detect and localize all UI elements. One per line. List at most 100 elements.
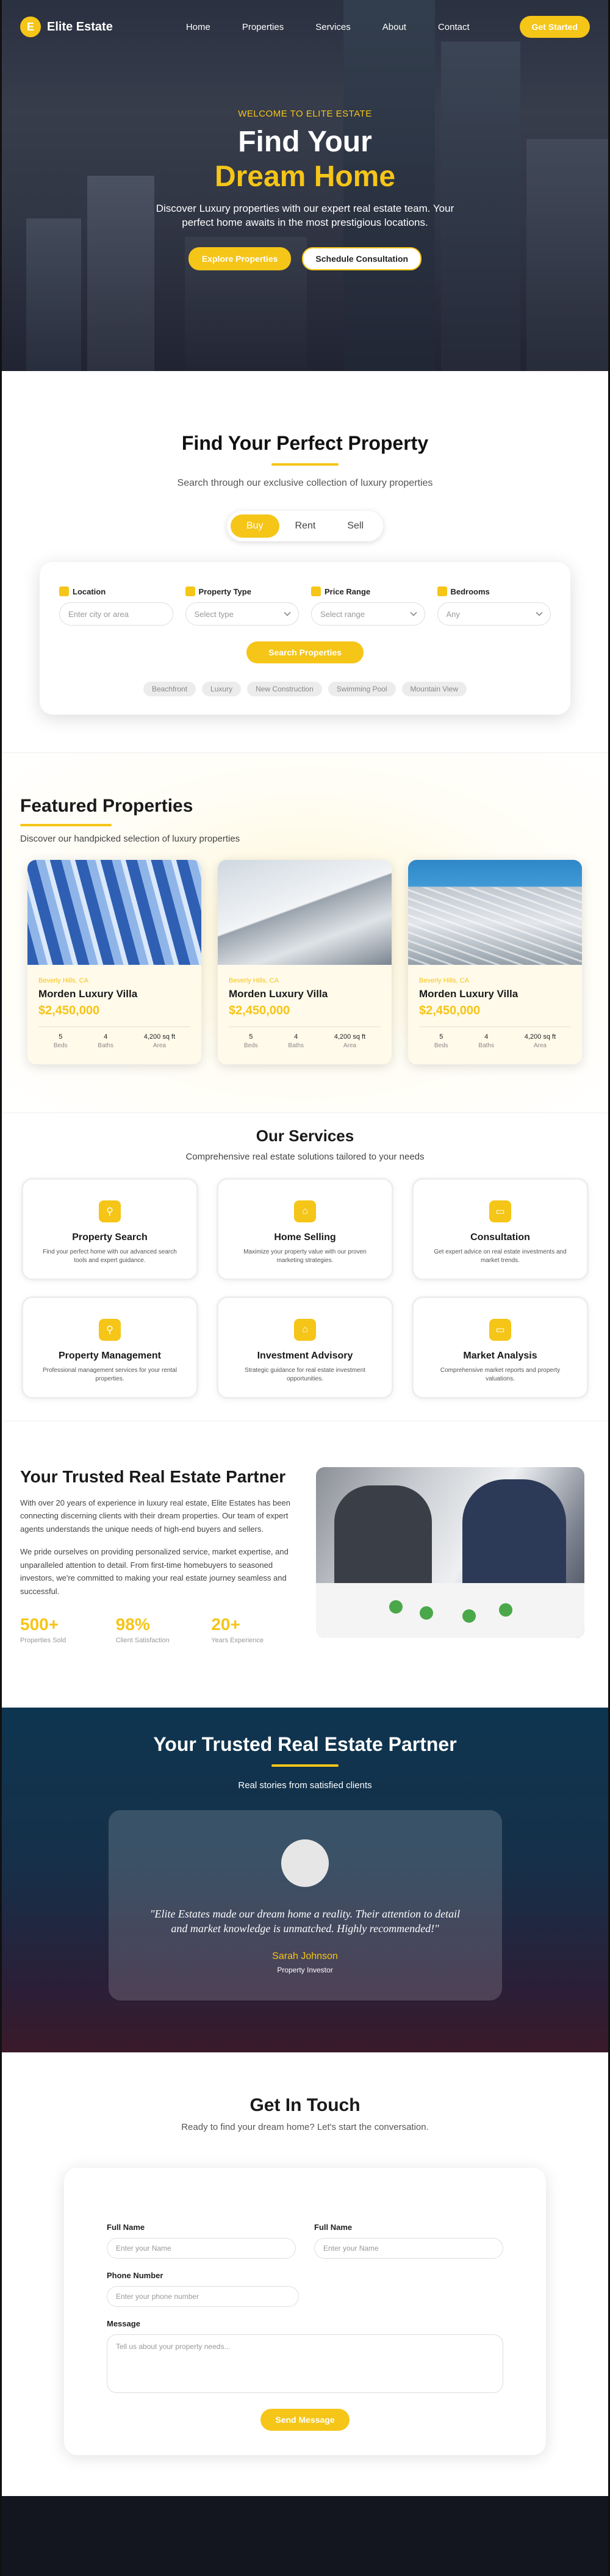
full-name-input[interactable]: Enter your Name xyxy=(314,2238,503,2259)
hero-title-highlight: Dream Home xyxy=(214,161,396,193)
property-name: Morden Luxury Villa xyxy=(38,988,138,1000)
service-desc: Professional management services for you… xyxy=(42,1367,178,1382)
search-subtitle: Search through our exclusive collection … xyxy=(177,478,433,488)
testimonial-author: Sarah Johnson xyxy=(272,1950,338,1961)
stat-label: Years Experience xyxy=(211,1637,264,1645)
property-location: Beverly Hills, CA xyxy=(419,977,469,984)
price-range-field: Price Range Select range xyxy=(311,586,425,626)
explore-properties-button[interactable]: Explore Properties xyxy=(188,247,292,270)
tab-rent[interactable]: Rent xyxy=(279,514,332,538)
bedrooms-placeholder: Any xyxy=(446,609,460,619)
listing-type-toggle: Buy Rent Sell xyxy=(226,511,384,541)
tag-new-construction[interactable]: New Construction xyxy=(247,682,322,696)
schedule-consultation-button[interactable]: Schedule Consultation xyxy=(302,247,422,270)
property-location: Beverly Hills, CA xyxy=(38,977,88,984)
phone-group: Phone Number Enter your phone number xyxy=(107,2271,299,2307)
stat-baths: 4 Baths xyxy=(288,1033,304,1049)
service-card[interactable]: ⚲ Property Management Professional manag… xyxy=(21,1296,198,1399)
baths-value: 4 xyxy=(484,1033,489,1041)
stat-baths: 4 Baths xyxy=(478,1033,494,1049)
input-placeholder: Enter your Name xyxy=(116,2244,171,2253)
contact-title: Get In Touch xyxy=(249,2095,361,2115)
avatar xyxy=(281,1839,329,1887)
stat-label: Properties Sold xyxy=(20,1637,66,1645)
price-icon xyxy=(311,586,321,596)
property-image xyxy=(218,860,392,965)
location-placeholder: Enter city or area xyxy=(68,609,129,619)
property-card[interactable]: Beverly Hills, CA Morden Luxury Villa $2… xyxy=(408,860,582,1064)
beds-value: 5 xyxy=(249,1033,253,1041)
nav-link-about[interactable]: About xyxy=(382,22,406,32)
tag-swimming-pool[interactable]: Swimming Pool xyxy=(328,682,396,696)
property-name: Morden Luxury Villa xyxy=(419,988,518,1000)
property-stats: 5 Beds 4 Baths 4,200 sq ft Area xyxy=(38,1026,190,1049)
chevron-down-icon xyxy=(284,609,291,616)
send-message-button[interactable]: Send Message xyxy=(260,2409,350,2431)
tag-luxury[interactable]: Luxury xyxy=(202,682,242,696)
price-range-placeholder: Select range xyxy=(320,609,365,619)
baths-label: Baths xyxy=(98,1042,113,1049)
property-body: Beverly Hills, CA Morden Luxury Villa $2… xyxy=(408,965,582,1049)
beds-label: Beds xyxy=(53,1042,68,1049)
logo[interactable]: E Elite Estate xyxy=(20,16,113,37)
property-card[interactable]: Beverly Hills, CA Morden Luxury Villa $2… xyxy=(218,860,392,1064)
message-textarea[interactable]: Tell us about your property needs... xyxy=(107,2334,503,2393)
service-card[interactable]: ⚲ Property Search Find your perfect home… xyxy=(21,1178,198,1280)
title-underline xyxy=(271,463,339,466)
message-group: Message Tell us about your property need… xyxy=(107,2319,503,2393)
full-name-group-2: Full Name Enter your Name xyxy=(314,2223,503,2259)
form-row: Full Name Enter your Name Full Name Ente… xyxy=(107,2223,503,2259)
stat-area: 4,200 sq ft Area xyxy=(525,1033,556,1049)
property-image xyxy=(408,860,582,965)
nav-link-services[interactable]: Services xyxy=(315,22,351,32)
service-card[interactable]: ⌂ Home Selling Maximize your property va… xyxy=(217,1178,393,1280)
footer xyxy=(2,2496,608,2576)
service-card[interactable]: ▭ Consultation Get expert advice on real… xyxy=(412,1178,589,1280)
stat-beds: 5 Beds xyxy=(434,1033,448,1049)
property-image xyxy=(27,860,201,965)
property-stats: 5 Beds 4 Baths 4,200 sq ft Area xyxy=(229,1026,381,1049)
stat-value: 500+ xyxy=(20,1615,59,1634)
price-range-select[interactable]: Select range xyxy=(311,602,425,626)
about-title: Your Trusted Real Estate Partner xyxy=(20,1467,286,1486)
bedrooms-select[interactable]: Any xyxy=(437,602,551,626)
testimonial-quote: "Elite Estates made our dream home a rea… xyxy=(149,1908,461,1935)
stat-area: 4,200 sq ft Area xyxy=(334,1033,365,1049)
property-cards: Beverly Hills, CA Morden Luxury Villa $2… xyxy=(27,860,608,1064)
tab-sell[interactable]: Sell xyxy=(331,514,379,538)
property-type-field: Property Type Select type xyxy=(185,586,299,626)
area-value: 4,200 sq ft xyxy=(143,1033,176,1041)
bedrooms-field: Bedrooms Any xyxy=(437,586,551,626)
property-card[interactable]: Beverly Hills, CA Morden Luxury Villa $2… xyxy=(27,860,201,1064)
nav-link-contact[interactable]: Contact xyxy=(438,22,470,32)
input-placeholder: Enter your Name xyxy=(323,2244,379,2253)
chevron-down-icon xyxy=(409,609,417,616)
tag-beachfront[interactable]: Beachfront xyxy=(143,682,196,696)
location-input[interactable]: Enter city or area xyxy=(59,602,173,626)
home-icon xyxy=(185,586,195,596)
about-stats: 500+ Properties Sold 98% Client Satisfac… xyxy=(20,1615,307,1644)
service-card[interactable]: ▭ Market Analysis Comprehensive market r… xyxy=(412,1296,589,1399)
field-label-text: Price Range xyxy=(325,586,371,596)
testimonial-section: Your Trusted Real Estate Partner Real st… xyxy=(2,1708,608,2052)
tab-buy[interactable]: Buy xyxy=(230,514,279,538)
service-card[interactable]: ⌂ Investment Advisory Strategic guidance… xyxy=(217,1296,393,1399)
stat-client-satisfaction: 98% Client Satisfaction xyxy=(116,1615,212,1644)
services-title: Our Services xyxy=(256,1127,354,1145)
quick-tags: Beachfront Luxury New Construction Swimm… xyxy=(59,682,551,696)
nav-link-properties[interactable]: Properties xyxy=(242,22,284,32)
property-type-select[interactable]: Select type xyxy=(185,602,299,626)
input-placeholder: Enter your phone number xyxy=(116,2292,199,2301)
get-started-button[interactable]: Get Started xyxy=(519,16,590,38)
search-properties-button[interactable]: Search Properties xyxy=(246,641,364,663)
nav-link-home[interactable]: Home xyxy=(186,22,210,32)
full-name-input[interactable]: Enter your Name xyxy=(107,2238,296,2259)
tag-mountain-view[interactable]: Mountain View xyxy=(401,682,467,696)
beds-label: Beds xyxy=(243,1042,258,1049)
property-stats: 5 Beds 4 Baths 4,200 sq ft Area xyxy=(419,1026,571,1049)
phone-input[interactable]: Enter your phone number xyxy=(107,2286,299,2307)
chat-icon: ▭ xyxy=(489,1200,511,1222)
hero-buttons: Explore Properties Schedule Consultation xyxy=(2,247,608,270)
hero-title: Find Your xyxy=(238,126,372,158)
stat-area: 4,200 sq ft Area xyxy=(144,1033,175,1049)
